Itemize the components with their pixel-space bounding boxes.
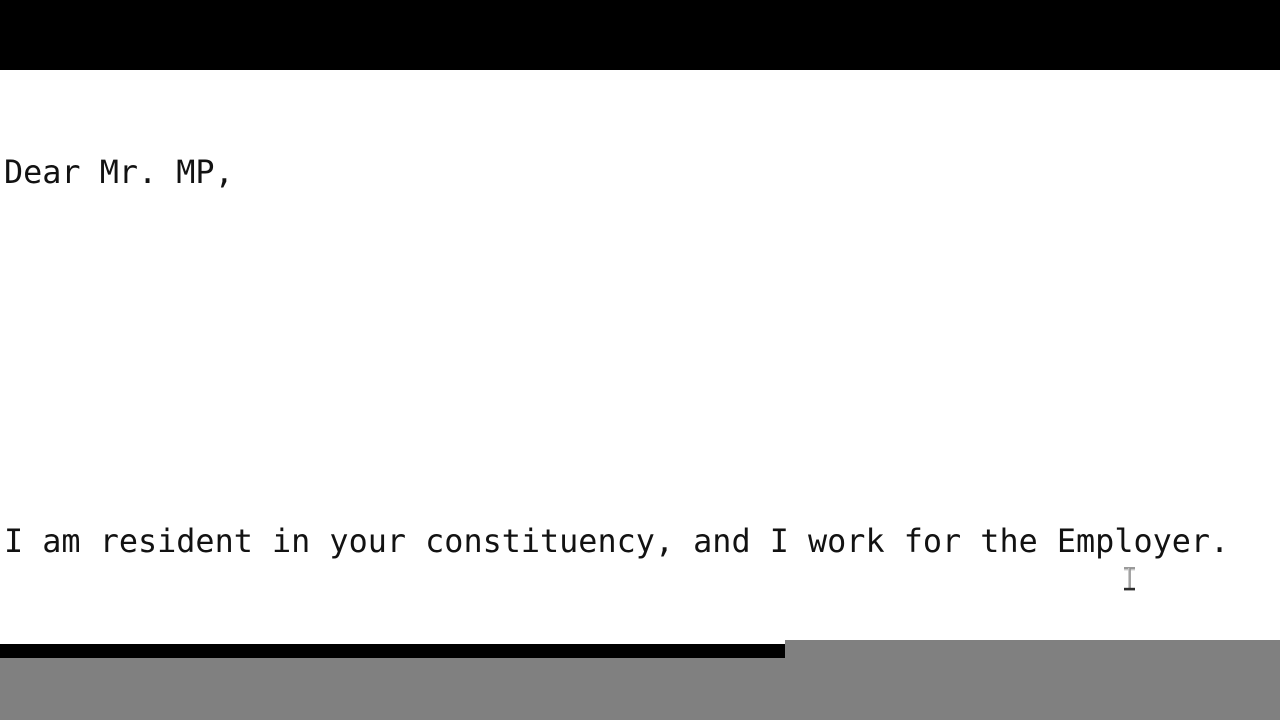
letter-line-salutation: Dear Mr. MP, [4,154,234,191]
letter-text-body[interactable]: Dear Mr. MP, I am resident in your const… [4,70,1280,720]
screen-capture: Dear Mr. MP, I am resident in your const… [0,0,1280,720]
letter-line-intro: I am resident in your constituency, and … [4,523,1230,560]
top-letterbox-bar [0,0,1280,70]
letter-line-blank-2 [4,398,1280,439]
letter-line-blank-1 [4,275,1280,316]
letter-line-blank-3 [4,644,1280,685]
text-ibeam-cursor-icon [1123,567,1136,591]
